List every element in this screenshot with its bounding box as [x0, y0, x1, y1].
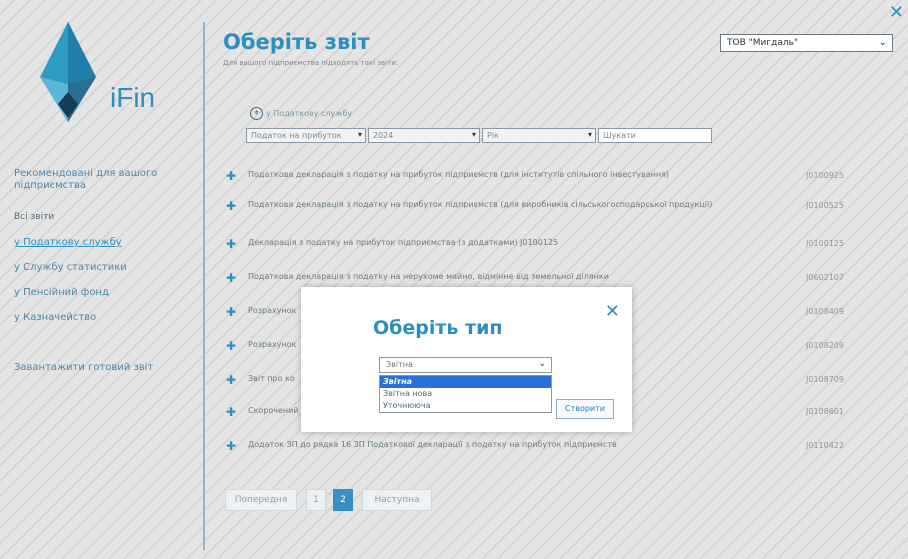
coat-of-arms-icon: ⚜	[250, 107, 263, 120]
period-select[interactable]: Рік ▾	[482, 128, 596, 143]
page-subtitle: Для вашого підприємства підходять такі з…	[223, 59, 399, 67]
diamond-logo-icon	[40, 22, 96, 122]
report-code: J0108409	[806, 307, 844, 316]
chevron-down-icon: ▾	[357, 130, 362, 139]
modal-close-icon[interactable]: ✕	[605, 303, 620, 321]
pagination-prev[interactable]: Попередня	[225, 489, 297, 511]
plus-icon[interactable]: ✚	[226, 272, 236, 284]
window-close-icon[interactable]: ✕	[889, 4, 904, 22]
report-code: J0108209	[806, 341, 844, 350]
plus-icon[interactable]: ✚	[226, 440, 236, 452]
type-option[interactable]: Уточнююча	[380, 400, 551, 412]
report-name[interactable]: Додаток ЗП до рядка 16 ЗП Податкової дек…	[248, 440, 768, 450]
type-option[interactable]: Звітна нова	[380, 388, 551, 400]
plus-icon[interactable]: ✚	[226, 406, 236, 418]
sidebar-item-tax-service[interactable]: у Податкову службу	[14, 237, 122, 249]
report-type-select[interactable]: Податок на прибуток ▾	[246, 128, 366, 143]
plus-icon[interactable]: ✚	[226, 200, 236, 212]
report-name[interactable]: Декларація з податку на прибуток підприє…	[248, 238, 768, 248]
report-name[interactable]: Податкова декларація з податку на прибут…	[248, 200, 768, 210]
logo: iFin	[38, 22, 198, 132]
plus-icon[interactable]: ✚	[226, 170, 236, 182]
company-select-value: ТОВ "Мигдаль"	[727, 38, 799, 48]
sidebar-recommended[interactable]: Рекомендовані для вашого підприємства	[14, 168, 194, 192]
report-code: J0110422	[806, 441, 844, 450]
search-placeholder: Шукати	[603, 131, 636, 140]
report-code: J0100925	[806, 171, 844, 180]
search-input[interactable]: Шукати	[598, 128, 712, 143]
plus-icon[interactable]: ✚	[226, 238, 236, 250]
logo-text: iFin	[110, 82, 156, 113]
modal-title: Оберіть тип	[373, 317, 503, 339]
report-code: J0602107	[806, 273, 844, 282]
sidebar-upload-report[interactable]: Завантажити готовий звіт	[14, 362, 153, 374]
period-value: Рік	[487, 131, 499, 140]
chevron-down-icon: ▾	[587, 130, 592, 139]
type-dropdown: Звітна Звітна нова Уточнююча	[379, 375, 552, 413]
report-type-value: Податок на прибуток	[251, 131, 342, 140]
pagination-page-1[interactable]: 1	[306, 489, 326, 511]
report-name[interactable]: Податкова декларація з податку на нерухо…	[248, 272, 768, 282]
page-title: Оберіть звіт	[223, 30, 370, 54]
plus-icon[interactable]: ✚	[226, 306, 236, 318]
choose-type-modal: Оберіть тип ✕ Звітна ⌄ Звітна Звітна нов…	[301, 287, 632, 432]
sidebar-item-treasury[interactable]: у Казначейство	[14, 312, 96, 324]
report-code: J0100525	[806, 201, 844, 210]
report-code: J0108709	[806, 375, 844, 384]
report-code: J0100125	[806, 239, 844, 248]
app-window: ✕ iFin Рекомендовані для вашого підприєм…	[0, 0, 908, 559]
year-value: 2024	[373, 131, 394, 140]
company-select[interactable]: ТОВ "Мигдаль" ⌄	[720, 34, 893, 52]
chevron-down-icon: ⌄	[538, 359, 546, 369]
report-name[interactable]: Податкова декларація з податку на прибут…	[248, 170, 768, 180]
pagination-next[interactable]: Наступна	[362, 489, 432, 511]
chevron-down-icon: ⌄	[878, 37, 887, 48]
chevron-down-icon: ▾	[471, 130, 476, 139]
plus-icon[interactable]: ✚	[226, 340, 236, 352]
sidebar-item-pension-fund[interactable]: у Пенсійний фонд	[14, 287, 109, 299]
sidebar-item-statistics[interactable]: у Службу статистики	[14, 262, 127, 274]
plus-icon[interactable]: ✚	[226, 374, 236, 386]
pagination-page-2[interactable]: 2	[333, 489, 353, 511]
sidebar-all-reports-label: Всі звіти	[14, 212, 55, 222]
type-select[interactable]: Звітна ⌄	[379, 357, 552, 373]
sidebar-divider	[203, 22, 205, 550]
type-option[interactable]: Звітна	[380, 376, 551, 388]
type-select-value: Звітна	[386, 360, 413, 369]
create-button[interactable]: Створити	[556, 399, 614, 419]
filter-service-label: у Податкову службу	[266, 109, 353, 118]
year-select[interactable]: 2024 ▾	[368, 128, 480, 143]
report-code: J0108601	[806, 407, 844, 416]
